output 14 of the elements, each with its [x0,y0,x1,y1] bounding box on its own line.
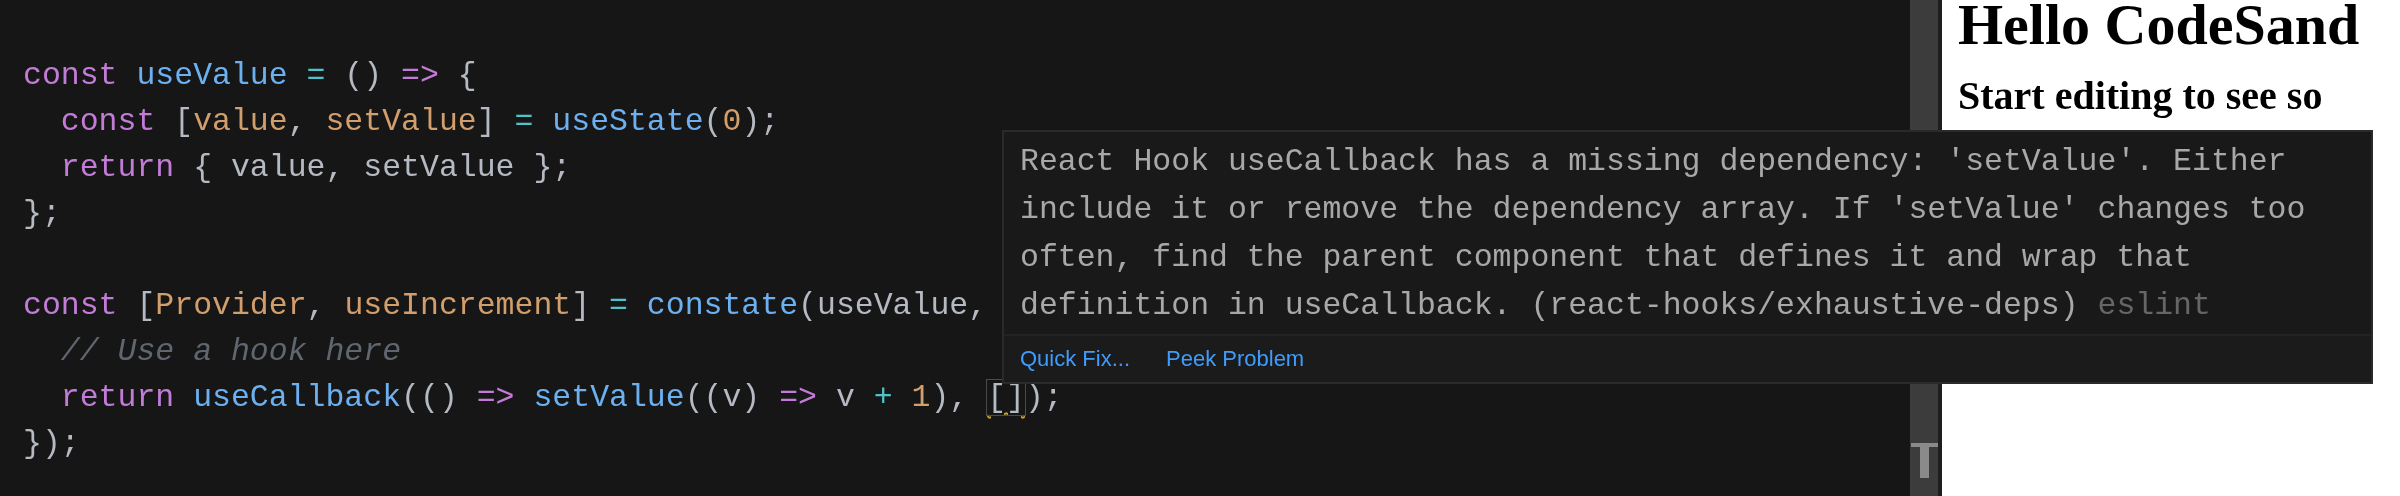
problem-message: React Hook useCallback has a missing dependency: 'setValue'. Either include it or remove the dependency array. If 'setValue' changes too often, find the parent component that defines it and wrap that definition in useCallback. (react-hooks/exhaustive-deps) eslint [1019,143,2307,325]
code-line: // Use a hook here [59,333,402,371]
page-heading: Hello CodeSand [1958,0,2360,54]
action-link[interactable]: Peek Problem [1166,346,1305,372]
page-subheading: Start editing to see so [1958,76,2323,116]
code-line: const [value, setValue] = useState(0); [59,103,780,141]
code-line: return useCallback(() => setValue((v) => v + 1), []); [59,379,1063,417]
overview-ruler-mark [1911,443,1938,478]
code-line: }; [23,195,61,233]
code-line: const useValue = () => { [23,57,477,95]
action-link[interactable]: Quick Fix... [1020,346,1130,372]
code-line: const [Provider, useIncrement] = constate(useValue, [23,287,988,325]
code-line: return { value, setValue }; [59,149,572,187]
code-line: }); [23,425,80,463]
